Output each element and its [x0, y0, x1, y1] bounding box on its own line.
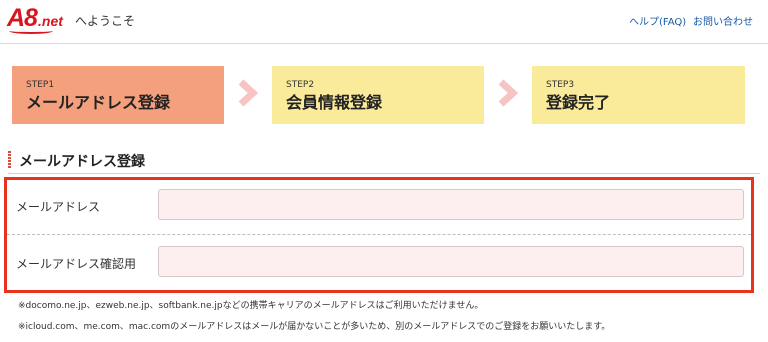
section-title: メールアドレス登録	[19, 154, 145, 170]
welcome-text: へようこそ	[75, 14, 136, 28]
site-header: A8 .net へようこそ ヘルプ(FAQ) お問い合わせ	[0, 0, 768, 44]
chevron-right-icon	[238, 79, 259, 107]
help-faq-link[interactable]: ヘルプ(FAQ)	[629, 13, 686, 28]
logo-suffix: .net	[38, 13, 63, 29]
email-confirm-row: メールアドレス確認用	[7, 237, 751, 292]
email-form: メールアドレス メールアドレス確認用	[4, 177, 754, 293]
step-number: STEP3	[546, 80, 575, 90]
step-2-member-info: STEP2 会員情報登録	[272, 66, 484, 124]
section-divider	[8, 173, 760, 174]
section-bar-icon	[8, 151, 11, 169]
step-number: STEP1	[26, 80, 55, 90]
email-label: メールアドレス	[16, 200, 101, 214]
icloud-notice: ※icloud.com、me.com、mac.comのメールアドレスはメールが届…	[18, 322, 611, 332]
step-title: 会員情報登録	[286, 93, 383, 112]
step-1-email-registration: STEP1 メールアドレス登録	[12, 66, 224, 124]
chevron-right-icon	[498, 79, 519, 107]
email-row: メールアドレス	[7, 180, 751, 235]
step-title: 登録完了	[546, 93, 611, 112]
contact-link[interactable]: お問い合わせ	[693, 13, 753, 28]
step-number: STEP2	[286, 80, 315, 90]
step-title: メールアドレス登録	[26, 93, 171, 112]
email-confirm-label: メールアドレス確認用	[16, 257, 137, 271]
step-3-complete: STEP3 登録完了	[532, 66, 745, 124]
email-confirm-input[interactable]	[158, 246, 744, 277]
email-input[interactable]	[158, 189, 744, 220]
logo-swoosh-icon	[9, 28, 53, 34]
carrier-notice: ※docomo.ne.jp、ezweb.ne.jp、softbank.ne.jp…	[18, 301, 484, 311]
